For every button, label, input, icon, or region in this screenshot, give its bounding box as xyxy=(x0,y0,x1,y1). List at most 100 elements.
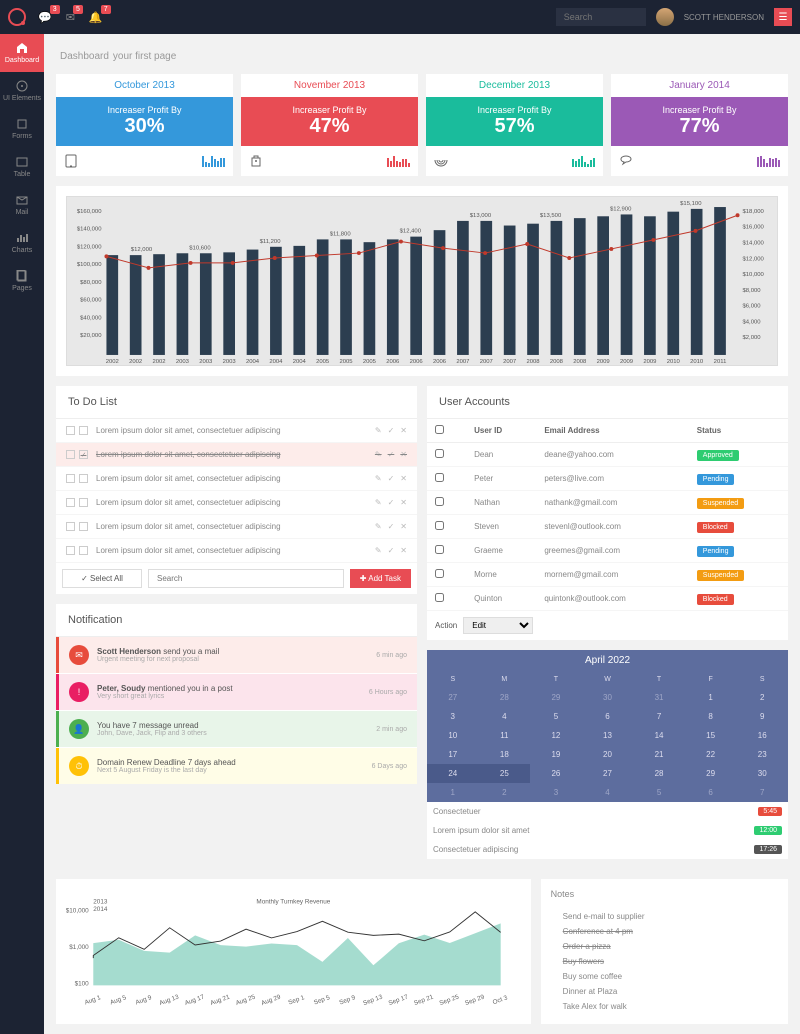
mail-icon[interactable]: ✉5 xyxy=(66,11,75,24)
logo[interactable] xyxy=(8,8,26,26)
todo-checkbox[interactable] xyxy=(66,546,75,555)
calendar-day[interactable]: 4 xyxy=(582,783,634,802)
calendar-day[interactable]: 14 xyxy=(633,726,685,745)
calendar-day[interactable]: 28 xyxy=(633,764,685,783)
calendar-day[interactable]: 3 xyxy=(530,783,582,802)
note-item[interactable]: Send e-mail to supplier xyxy=(551,909,778,924)
calendar-day[interactable]: 13 xyxy=(582,726,634,745)
row-checkbox[interactable] xyxy=(435,473,444,482)
add-task-button[interactable]: ✚ Add Task xyxy=(350,569,411,588)
calendar-event[interactable]: Consectetuer adipiscing17:26 xyxy=(427,840,788,859)
note-item[interactable]: Take Alex for walk xyxy=(551,999,778,1014)
calendar-day[interactable]: 4 xyxy=(479,707,531,726)
calendar-day[interactable]: 5 xyxy=(530,707,582,726)
calendar-day[interactable]: 31 xyxy=(633,688,685,707)
calendar-event[interactable]: Lorem ipsum dolor sit amet12:00 xyxy=(427,821,788,840)
calendar-day[interactable]: 28 xyxy=(479,688,531,707)
calendar-day[interactable]: 29 xyxy=(530,688,582,707)
bell-icon[interactable]: 🔔7 xyxy=(89,11,103,24)
calendar-day[interactable]: 5 xyxy=(633,783,685,802)
row-checkbox[interactable] xyxy=(435,449,444,458)
note-item[interactable]: Buy some coffee xyxy=(551,969,778,984)
calendar-day[interactable]: 12 xyxy=(530,726,582,745)
check-icon[interactable]: ✓ xyxy=(388,522,395,531)
comments-icon[interactable]: 💬3 xyxy=(38,11,52,24)
delete-icon[interactable]: ✕ xyxy=(400,426,407,435)
note-item[interactable]: Buy flowers xyxy=(551,954,778,969)
delete-icon[interactable]: ✕ xyxy=(400,546,407,555)
calendar-event[interactable]: Consectetuer5:45 xyxy=(427,802,788,821)
notification-item[interactable]: 👤 You have 7 message unreadJohn, Dave, J… xyxy=(56,711,417,747)
row-checkbox[interactable] xyxy=(435,569,444,578)
calendar-day[interactable]: 2 xyxy=(736,688,788,707)
calendar-day[interactable]: 11 xyxy=(479,726,531,745)
edit-icon[interactable]: ✎ xyxy=(375,498,382,507)
calendar-day[interactable]: 17 xyxy=(427,745,479,764)
sidebar-item-charts[interactable]: Charts xyxy=(0,224,44,262)
todo-checkbox[interactable] xyxy=(66,498,75,507)
task-search-input[interactable] xyxy=(148,569,344,588)
edit-icon[interactable]: ✎ xyxy=(375,474,382,483)
calendar-day[interactable]: 23 xyxy=(736,745,788,764)
calendar-day[interactable]: 24 xyxy=(427,764,479,783)
calendar-day[interactable]: 6 xyxy=(582,707,634,726)
calendar-day[interactable]: 18 xyxy=(479,745,531,764)
calendar-day[interactable]: 26 xyxy=(530,764,582,783)
calendar-day[interactable]: 29 xyxy=(685,764,737,783)
row-checkbox[interactable] xyxy=(435,545,444,554)
calendar-day[interactable]: 25 xyxy=(479,764,531,783)
delete-icon[interactable]: ✕ xyxy=(400,450,407,459)
calendar-day[interactable]: 21 xyxy=(633,745,685,764)
check-icon[interactable]: ✓ xyxy=(388,498,395,507)
select-all-checkbox[interactable] xyxy=(435,425,444,434)
row-checkbox[interactable] xyxy=(435,497,444,506)
note-item[interactable]: Order a pizza xyxy=(551,939,778,954)
sidebar-item-pages[interactable]: Pages xyxy=(0,262,44,300)
calendar-day[interactable]: 6 xyxy=(685,783,737,802)
edit-icon[interactable]: ✎ xyxy=(375,426,382,435)
note-item[interactable]: Dinner at Plaza xyxy=(551,984,778,999)
calendar-day[interactable]: 19 xyxy=(530,745,582,764)
sidebar-item-mail[interactable]: Mail xyxy=(0,186,44,224)
calendar-day[interactable]: 20 xyxy=(582,745,634,764)
calendar-day[interactable]: 3 xyxy=(427,707,479,726)
select-all-button[interactable]: ✓ Select All xyxy=(62,569,142,588)
calendar-day[interactable]: 7 xyxy=(736,783,788,802)
sidebar-item-forms[interactable]: Forms xyxy=(0,110,44,148)
todo-checkbox[interactable] xyxy=(66,522,75,531)
calendar-day[interactable]: 8 xyxy=(685,707,737,726)
search-input[interactable] xyxy=(556,8,646,26)
calendar-day[interactable]: 7 xyxy=(633,707,685,726)
row-checkbox[interactable] xyxy=(435,593,444,602)
notification-item[interactable]: ! Peter, Soudy mentioned you in a postVe… xyxy=(56,674,417,710)
todo-checkbox[interactable] xyxy=(66,474,75,483)
avatar[interactable] xyxy=(656,8,674,26)
delete-icon[interactable]: ✕ xyxy=(400,498,407,507)
calendar-day[interactable]: 16 xyxy=(736,726,788,745)
notification-item[interactable]: ✉ Scott Henderson send you a mailUrgent … xyxy=(56,637,417,673)
check-icon[interactable]: ✓ xyxy=(388,474,395,483)
check-icon[interactable]: ✓ xyxy=(388,546,395,555)
todo-done-checkbox[interactable] xyxy=(79,546,88,555)
todo-done-checkbox[interactable] xyxy=(79,522,88,531)
note-item[interactable]: Conference at 4 pm xyxy=(551,924,778,939)
delete-icon[interactable]: ✕ xyxy=(400,522,407,531)
todo-checkbox[interactable] xyxy=(66,426,75,435)
check-icon[interactable]: ✓ xyxy=(388,426,395,435)
calendar-day[interactable]: 1 xyxy=(685,688,737,707)
calendar-day[interactable]: 27 xyxy=(582,764,634,783)
todo-done-checkbox[interactable] xyxy=(79,474,88,483)
edit-icon[interactable]: ✎ xyxy=(375,522,382,531)
delete-icon[interactable]: ✕ xyxy=(400,474,407,483)
calendar-day[interactable]: 15 xyxy=(685,726,737,745)
row-checkbox[interactable] xyxy=(435,521,444,530)
sidebar-item-ui-elements[interactable]: UI Elements xyxy=(0,72,44,110)
edit-icon[interactable]: ✎ xyxy=(375,450,382,459)
action-select[interactable]: Edit xyxy=(463,617,533,634)
calendar-day[interactable]: 30 xyxy=(736,764,788,783)
calendar-day[interactable]: 2 xyxy=(479,783,531,802)
todo-done-checkbox[interactable] xyxy=(79,498,88,507)
sidebar-item-dashboard[interactable]: Dashboard xyxy=(0,34,44,72)
menu-toggle-icon[interactable]: ☰ xyxy=(774,8,792,26)
edit-icon[interactable]: ✎ xyxy=(375,546,382,555)
